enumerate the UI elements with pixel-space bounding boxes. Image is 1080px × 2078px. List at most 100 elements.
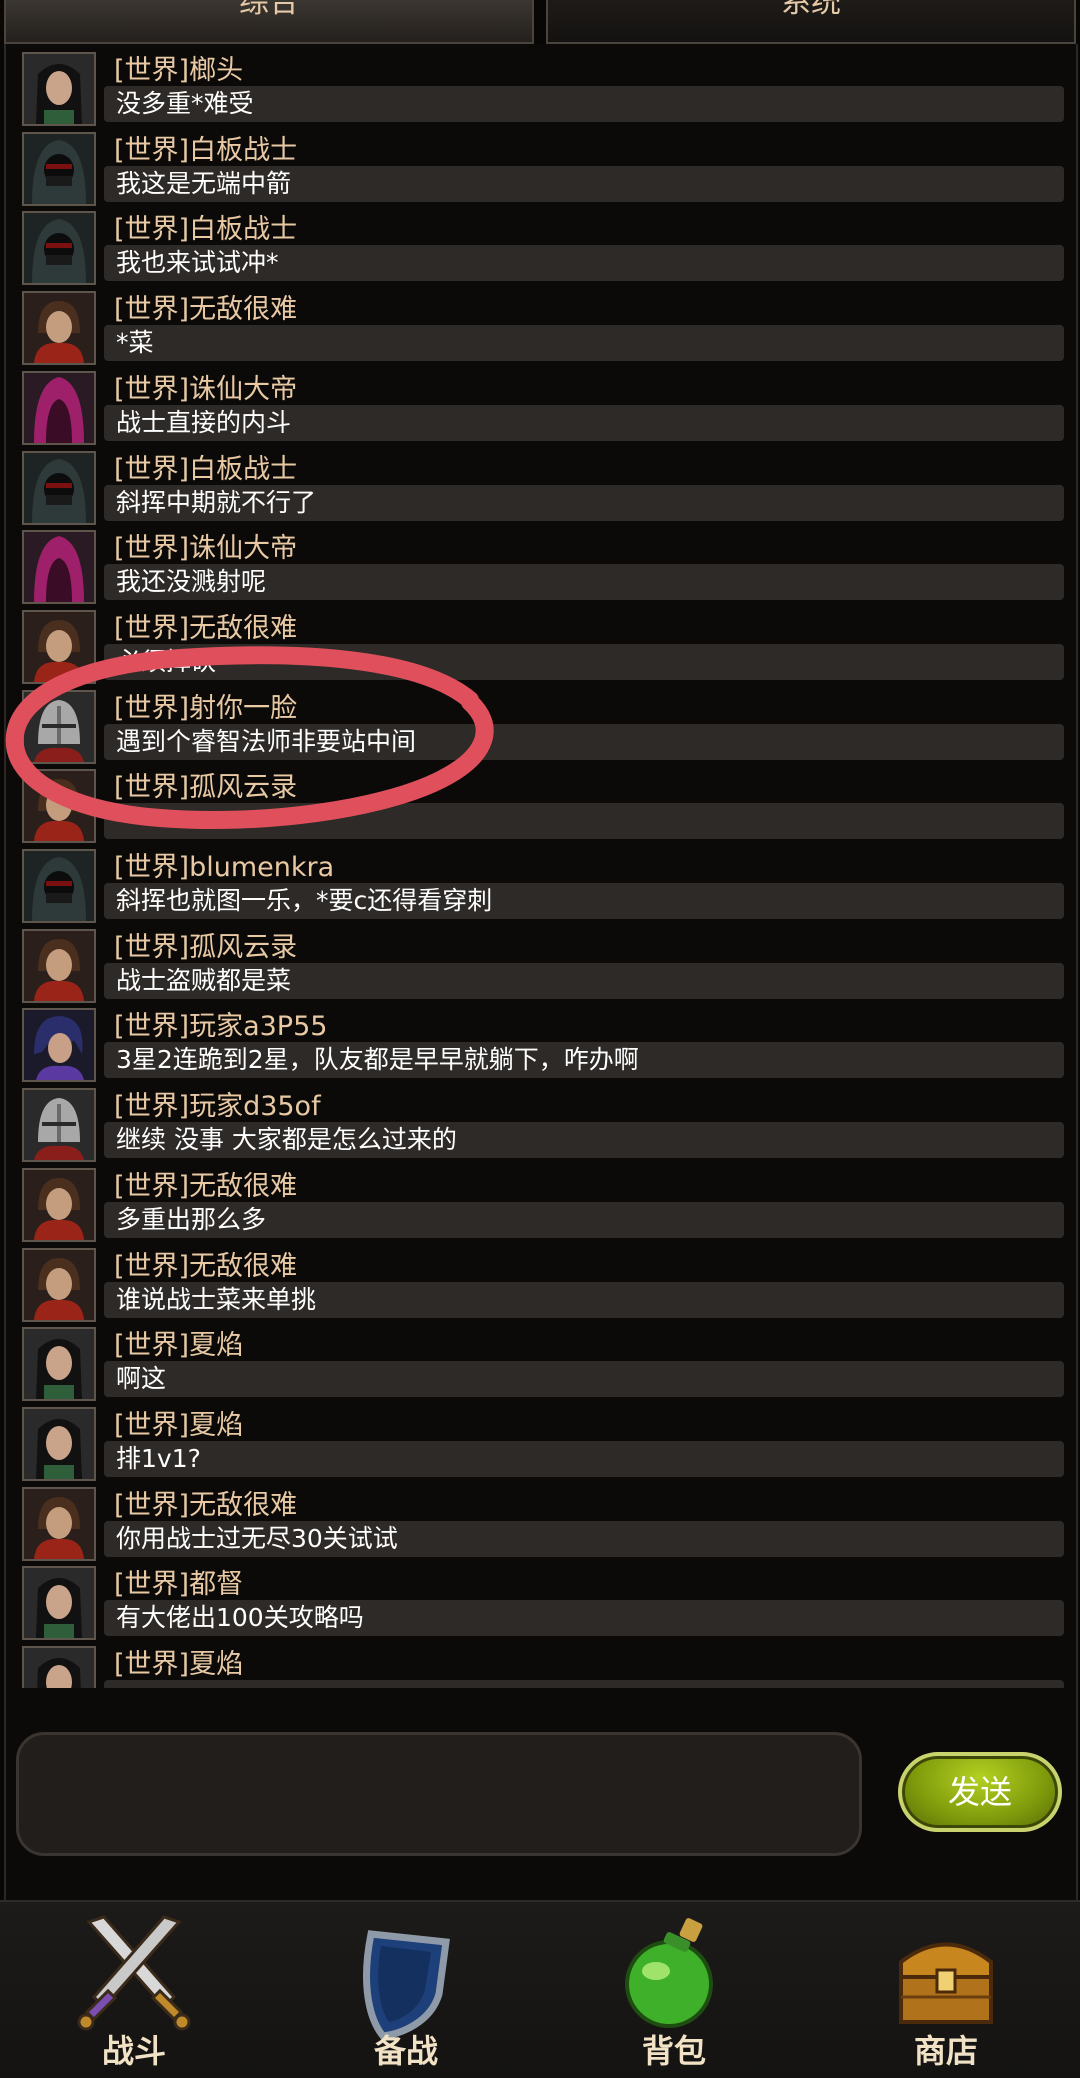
sender-name[interactable]: [世界]射你一脸 [114,692,297,726]
sender-name[interactable]: [世界]无敌很难 [114,612,297,646]
sender-name[interactable]: [世界]无敌很难 [114,1170,297,1204]
message-text: 斜挥中期就不行了 [116,487,317,517]
message-text: 谁说战士菜来单挑 [116,1284,317,1314]
sender-name[interactable]: [世界]blumenkra [114,851,334,885]
chat-message[interactable]: 战士盗贼都是菜 [世界]孤风云录 [0,928,1080,1008]
sender-name[interactable]: [世界]玩家a3P55 [114,1010,327,1044]
sender-name[interactable]: [世界]榔头 [114,54,243,88]
message-bubble [104,803,1064,840]
message-bubble: 战士直接的内斗 [104,404,1064,441]
potion-icon [625,1918,713,2028]
avatar[interactable] [22,1406,96,1481]
sender-name[interactable]: [世界]诛仙大帝 [114,532,297,566]
chat-message[interactable]: 我还没溅射呢 [世界]诛仙大帝 [0,530,1080,609]
avatar[interactable] [22,1646,96,1688]
message-text: 没多重*难受 [116,89,254,118]
chat-input[interactable] [16,1732,862,1856]
chat-message[interactable]: 有大佬出100关攻略吗 [世界]都督 [0,1566,1080,1645]
chat-message[interactable]: 多重出那么多 [世界]无敌很难 [0,1167,1080,1247]
message-text: 我也来试试冲* [116,248,279,278]
message-text: 战士盗贼都是菜 [116,965,292,995]
message-text: 3星2连跪到2星，队友都是早早就躺下，咋办啊 [116,1045,639,1075]
sender-name[interactable]: [世界]都督 [114,1568,243,1602]
chat-message[interactable]: 3星2连跪到2星，队友都是早早就躺下，咋办啊 [世界]玩家a3P55 [0,1008,1080,1087]
message-bubble: 我还没溅射呢 [104,564,1064,601]
message-bubble: 排1v1? [104,1440,1064,1477]
sender-name[interactable]: [世界]孤风云录 [114,931,297,965]
sender-name[interactable]: [世界]无敌很难 [114,293,297,327]
send-button[interactable]: 发送 [898,1752,1062,1832]
avatar[interactable] [22,769,96,844]
chat-message[interactable]: 战士直接的内斗 [世界]诛仙大帝 [0,370,1080,450]
message-bubble: 有大佬出100关攻略吗 [104,1600,1064,1637]
chat-message[interactable]: [世界]孤风云录 [0,769,1080,848]
chat-message[interactable]: 我也来试试冲* [世界]白板战士 [0,211,1080,290]
sender-name[interactable]: [世界]无敌很难 [114,1489,297,1523]
sender-name[interactable]: [世界]夏焰 [114,1648,243,1682]
chat-message[interactable]: 必须挥砍 [世界]无敌很难 [0,609,1080,689]
chat-message-list[interactable]: 没多重*难受 [世界]榔头 我这是无端中箭 [世界]白板战士 我也来试试冲* [世界]白板… [0,28,1080,1688]
chat-message[interactable]: 你用战士过无尽30关试试 [世界]无敌很难 [0,1486,1080,1566]
chat-message[interactable]: [世界]夏焰 [0,1646,1080,1688]
nav-label: 备战 [373,2032,438,2070]
avatar[interactable] [22,1008,96,1083]
chat-message[interactable]: 我这是无端中箭 [世界]白板战士 [0,131,1080,211]
chat-message[interactable]: 没多重*难受 [世界]榔头 [0,52,1080,131]
chat-message[interactable]: 啊这 [世界]夏焰 [0,1327,1080,1406]
message-bubble [104,1680,1064,1688]
avatar[interactable] [22,291,96,366]
message-text: 多重出那么多 [116,1204,267,1234]
chat-message[interactable]: 谁说战士菜来单挑 [世界]无敌很难 [0,1247,1080,1327]
message-bubble: 谁说战士菜来单挑 [104,1281,1064,1318]
sender-name[interactable]: [世界]孤风云录 [114,771,297,805]
sender-name[interactable]: [世界]夏焰 [114,1409,243,1443]
avatar[interactable] [22,1247,96,1322]
chat-message[interactable]: *菜 [世界]无敌很难 [0,291,1080,370]
message-bubble: 你用战士过无尽30关试试 [104,1520,1064,1557]
nav-shop[interactable]: 商店 [846,1902,1046,2078]
avatar[interactable] [22,211,96,286]
chat-message[interactable]: 继续 没事 大家都是怎么过来的 [世界]玩家d35of [0,1088,1080,1167]
message-text: 必须挥砍 [116,646,217,676]
nav-battle[interactable]: 战斗 [34,1902,234,2078]
message-bubble: 我也来试试冲* [104,245,1064,282]
message-bubble: 遇到个睿智法师非要站中间 [104,723,1064,760]
message-text: 有大佬出100关攻略吗 [116,1603,364,1633]
avatar[interactable] [22,1088,96,1163]
nav-bag[interactable]: 背包 [574,1902,774,2078]
message-text: 啊这 [116,1364,167,1394]
sender-name[interactable]: [世界]白板战士 [114,213,297,247]
avatar[interactable] [22,849,96,923]
sender-name[interactable]: [世界]玩家d35of [114,1090,321,1124]
message-bubble: 战士盗贼都是菜 [104,962,1064,999]
message-bubble: 继续 没事 大家都是怎么过来的 [104,1122,1064,1159]
avatar[interactable] [22,450,96,525]
chat-message[interactable]: 斜挥中期就不行了 [世界]白板战士 [0,450,1080,530]
message-text: 斜挥也就图一乐，*要c还得看穿刺 [116,886,493,915]
message-text: 你用战士过无尽30关试试 [116,1523,398,1553]
chat-message[interactable]: 排1v1? [世界]夏焰 [0,1406,1080,1486]
message-text: 我还没溅射呢 [116,567,267,597]
sender-name[interactable]: [世界]夏焰 [114,1329,243,1363]
avatar[interactable] [22,52,96,126]
sender-name[interactable]: [世界]无敌很难 [114,1250,297,1284]
avatar[interactable] [22,928,96,1003]
avatar[interactable] [22,609,96,684]
message-bubble: 没多重*难受 [104,86,1064,122]
avatar[interactable] [22,1566,96,1641]
avatar[interactable] [22,131,96,206]
crossed-swords-icon [77,1915,191,2031]
nav-label: 战斗 [101,2032,166,2070]
avatar[interactable] [22,1167,96,1242]
sender-name[interactable]: [世界]诛仙大帝 [114,373,297,407]
chat-message[interactable]: 遇到个睿智法师非要站中间 [世界]射你一脸 [0,689,1080,769]
chat-message[interactable]: 斜挥也就图一乐，*要c还得看穿刺 [世界]blumenkra [0,849,1080,928]
avatar[interactable] [22,530,96,605]
sender-name[interactable]: [世界]白板战士 [114,134,297,168]
avatar[interactable] [22,1327,96,1402]
nav-prepare[interactable]: 备战 [306,1902,506,2078]
sender-name[interactable]: [世界]白板战士 [114,453,297,487]
avatar[interactable] [22,370,96,445]
avatar[interactable] [22,689,96,764]
avatar[interactable] [22,1486,96,1561]
